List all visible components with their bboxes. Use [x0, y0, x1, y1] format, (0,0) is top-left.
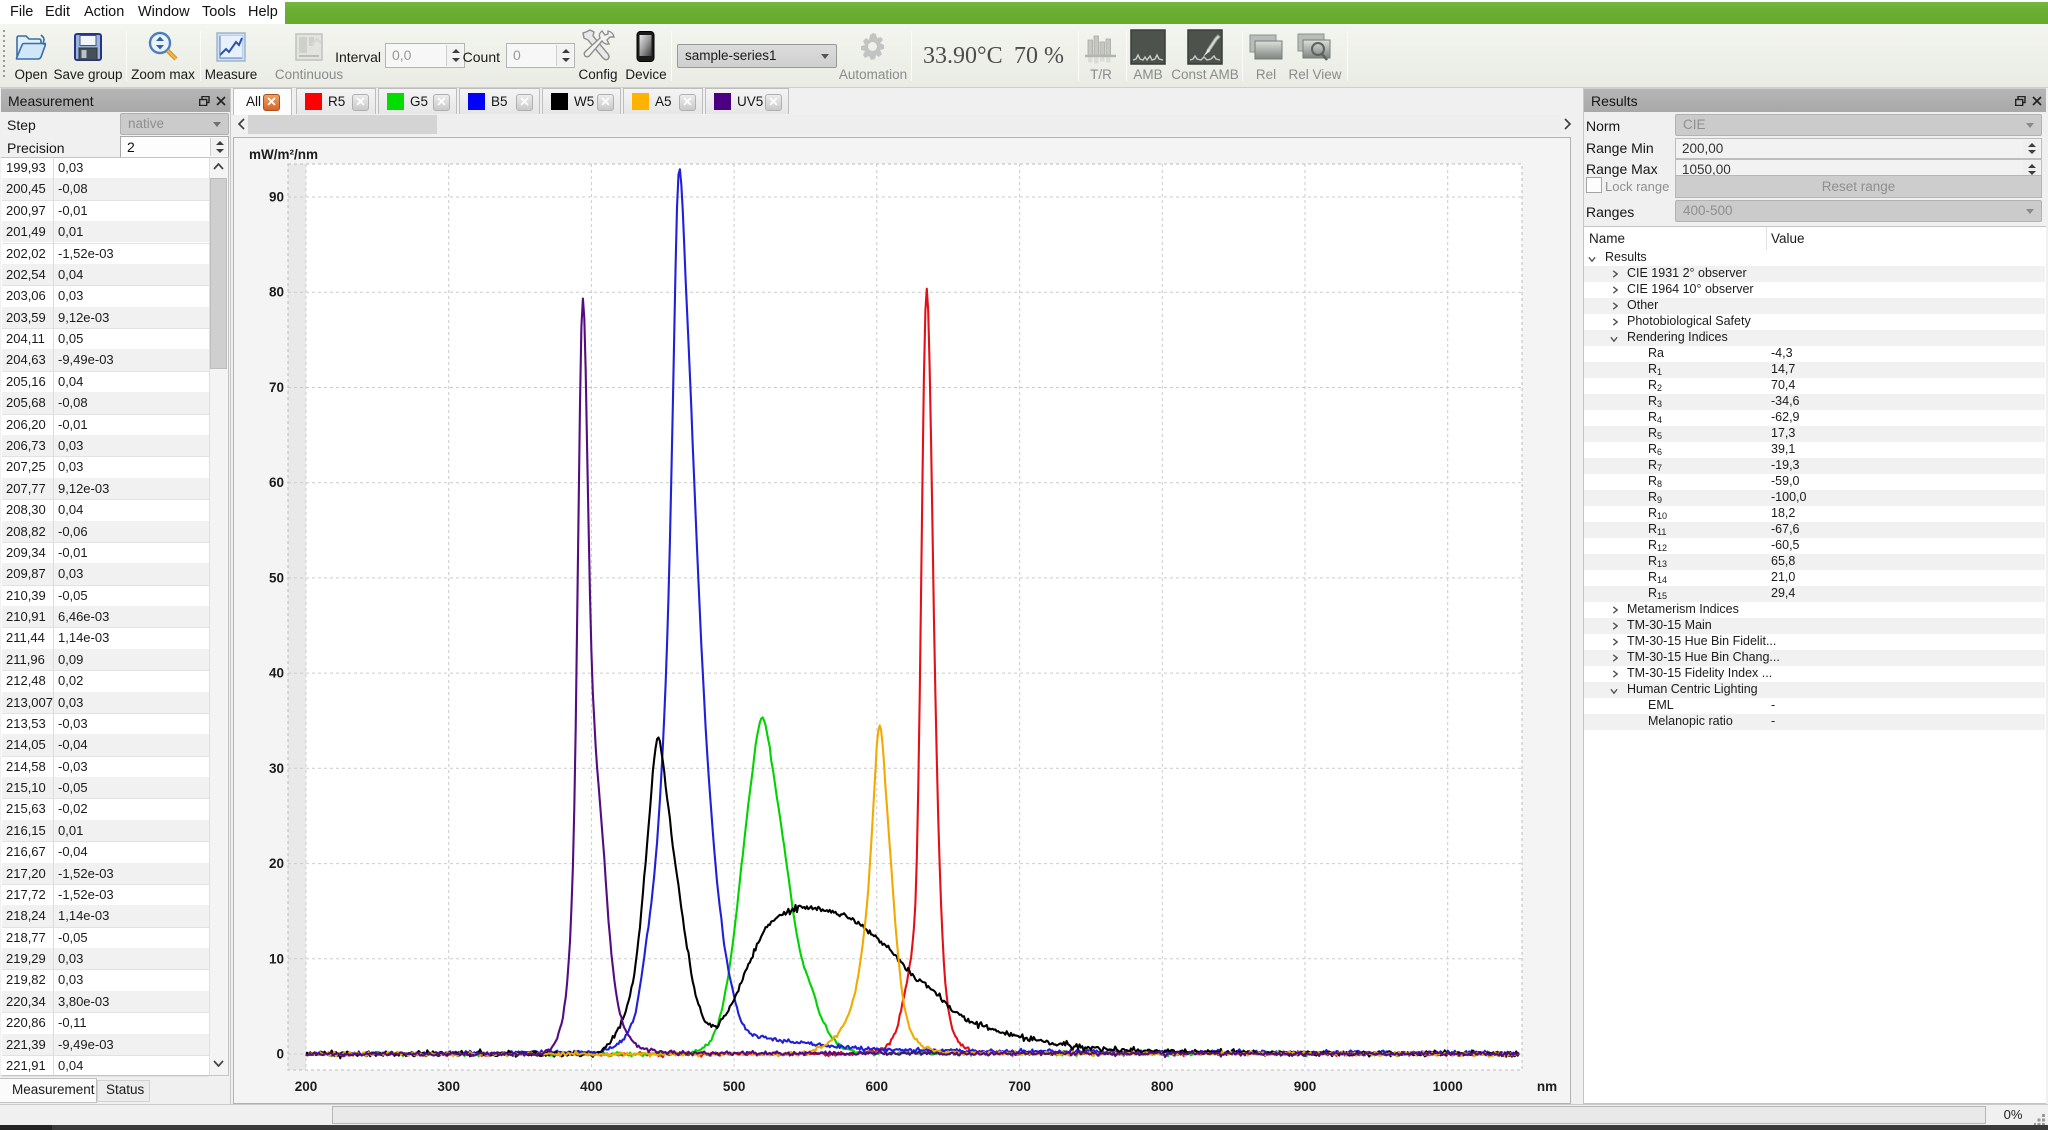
svg-text:500: 500 [723, 1079, 746, 1094]
svg-text:300: 300 [437, 1079, 460, 1094]
svg-text:30: 30 [269, 761, 284, 776]
svg-text:mW/m²/nm: mW/m²/nm [249, 147, 318, 162]
svg-text:10: 10 [269, 951, 284, 966]
svg-text:1000: 1000 [1433, 1079, 1463, 1094]
svg-text:700: 700 [1008, 1079, 1031, 1094]
svg-text:50: 50 [269, 570, 284, 585]
svg-text:60: 60 [269, 475, 284, 490]
svg-text:0: 0 [276, 1047, 284, 1062]
svg-text:nm: nm [1537, 1079, 1557, 1094]
svg-text:800: 800 [1151, 1079, 1174, 1094]
svg-text:900: 900 [1294, 1079, 1317, 1094]
svg-text:90: 90 [269, 190, 284, 205]
svg-text:20: 20 [269, 856, 284, 871]
svg-text:400: 400 [580, 1079, 603, 1094]
svg-text:80: 80 [269, 285, 284, 300]
svg-text:40: 40 [269, 666, 284, 681]
svg-text:200: 200 [295, 1079, 318, 1094]
svg-text:600: 600 [866, 1079, 889, 1094]
svg-text:70: 70 [269, 380, 284, 395]
